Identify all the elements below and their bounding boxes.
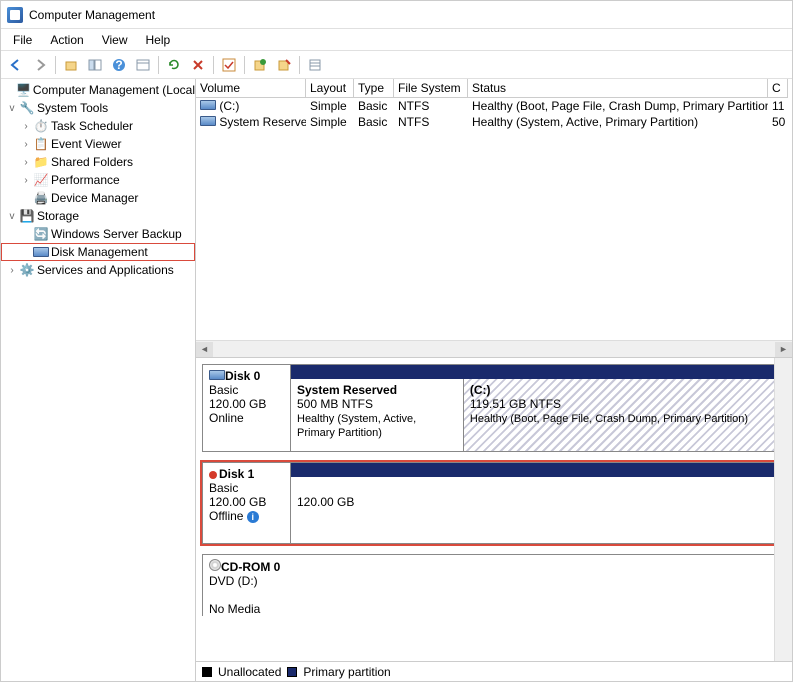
action-button[interactable] bbox=[273, 54, 295, 76]
tree-device-manager[interactable]: 🖨️Device Manager bbox=[1, 189, 195, 207]
volume-list-body[interactable] bbox=[196, 130, 792, 340]
volume-list-header: Volume Layout Type File System Status C bbox=[196, 79, 792, 98]
refresh-button[interactable] bbox=[163, 54, 185, 76]
help-button[interactable]: ? bbox=[108, 54, 130, 76]
svg-text:?: ? bbox=[115, 58, 122, 72]
info-icon[interactable]: i bbox=[247, 511, 259, 523]
volume-row[interactable]: (C:) Simple Basic NTFS Healthy (Boot, Pa… bbox=[196, 98, 792, 114]
menu-action[interactable]: Action bbox=[42, 31, 91, 49]
show-hide-tree-button[interactable] bbox=[84, 54, 106, 76]
horizontal-scrollbar[interactable]: ◄► bbox=[196, 340, 792, 357]
toolbar-separator bbox=[213, 56, 214, 74]
tree-services-applications[interactable]: ›⚙️Services and Applications bbox=[1, 261, 195, 279]
toolbar-separator bbox=[244, 56, 245, 74]
menu-help[interactable]: Help bbox=[138, 31, 179, 49]
volume-list: Volume Layout Type File System Status C … bbox=[196, 79, 792, 358]
legend-unallocated-swatch bbox=[202, 667, 212, 677]
col-layout[interactable]: Layout bbox=[306, 79, 354, 98]
tree-system-tools[interactable]: v🔧System Tools bbox=[1, 99, 195, 117]
title-bar: Computer Management bbox=[1, 1, 792, 29]
navigation-tree[interactable]: 🖥️Computer Management (Local v🔧System To… bbox=[1, 79, 196, 681]
disk-0-info: Disk 0 Basic 120.00 GB Online bbox=[203, 365, 291, 451]
volume-row[interactable]: System Reserved Simple Basic NTFS Health… bbox=[196, 114, 792, 130]
toolbar-separator bbox=[55, 56, 56, 74]
menu-bar: File Action View Help bbox=[1, 29, 792, 51]
tree-storage[interactable]: v💾Storage bbox=[1, 207, 195, 225]
toolbar-separator bbox=[299, 56, 300, 74]
legend-unallocated-label: Unallocated bbox=[218, 665, 281, 679]
col-filesystem[interactable]: File System bbox=[394, 79, 468, 98]
tree-root[interactable]: 🖥️Computer Management (Local bbox=[1, 81, 195, 99]
drive-icon bbox=[200, 116, 216, 126]
partition-unallocated[interactable]: 120.00 GB bbox=[291, 477, 785, 543]
list-button[interactable] bbox=[304, 54, 326, 76]
col-type[interactable]: Type bbox=[354, 79, 394, 98]
menu-file[interactable]: File bbox=[5, 31, 40, 49]
partition-header-bar bbox=[291, 463, 785, 477]
offline-icon bbox=[209, 471, 217, 479]
partition-system-reserved[interactable]: System Reserved 500 MB NTFS Healthy (Sys… bbox=[291, 379, 464, 451]
window-title: Computer Management bbox=[29, 8, 155, 22]
legend-primary-swatch bbox=[287, 667, 297, 677]
disk-0[interactable]: Disk 0 Basic 120.00 GB Online System Res… bbox=[202, 364, 786, 452]
menu-view[interactable]: View bbox=[94, 31, 136, 49]
toolbar-separator bbox=[158, 56, 159, 74]
properties-button[interactable] bbox=[132, 54, 154, 76]
check-button[interactable] bbox=[218, 54, 240, 76]
tree-shared-folders[interactable]: ›📁Shared Folders bbox=[1, 153, 195, 171]
new-button[interactable] bbox=[249, 54, 271, 76]
cd-rom-0[interactable]: CD-ROM 0 DVD (D:) No Media bbox=[202, 554, 786, 616]
tree-task-scheduler[interactable]: ›⏱️Task Scheduler bbox=[1, 117, 195, 135]
tree-windows-server-backup[interactable]: 🔄Windows Server Backup bbox=[1, 225, 195, 243]
col-volume[interactable]: Volume bbox=[196, 79, 306, 98]
disk-1-info: Disk 1 Basic 120.00 GB Offline i bbox=[203, 463, 291, 543]
app-icon bbox=[7, 7, 23, 23]
back-button[interactable] bbox=[5, 54, 27, 76]
cd-rom-info: CD-ROM 0 DVD (D:) No Media bbox=[203, 555, 291, 616]
cd-icon bbox=[209, 559, 221, 571]
forward-button[interactable] bbox=[29, 54, 51, 76]
up-button[interactable] bbox=[60, 54, 82, 76]
legend-primary-label: Primary partition bbox=[303, 665, 390, 679]
col-capacity[interactable]: C bbox=[768, 79, 788, 98]
col-status[interactable]: Status bbox=[468, 79, 768, 98]
partition-header-bar bbox=[291, 365, 785, 379]
tree-event-viewer[interactable]: ›📋Event Viewer bbox=[1, 135, 195, 153]
tree-performance[interactable]: ›📈Performance bbox=[1, 171, 195, 189]
delete-button[interactable] bbox=[187, 54, 209, 76]
tree-disk-management[interactable]: Disk Management bbox=[1, 243, 195, 261]
partition-c[interactable]: (C:) 119.51 GB NTFS Healthy (Boot, Page … bbox=[464, 379, 785, 451]
disk-graphical-view[interactable]: Disk 0 Basic 120.00 GB Online System Res… bbox=[196, 358, 792, 661]
toolbar: ? bbox=[1, 51, 792, 79]
disk-icon bbox=[209, 370, 225, 380]
legend: Unallocated Primary partition bbox=[196, 661, 792, 681]
drive-icon bbox=[200, 100, 216, 110]
disk-1[interactable]: Disk 1 Basic 120.00 GB Offline i 120.00 … bbox=[202, 462, 786, 544]
